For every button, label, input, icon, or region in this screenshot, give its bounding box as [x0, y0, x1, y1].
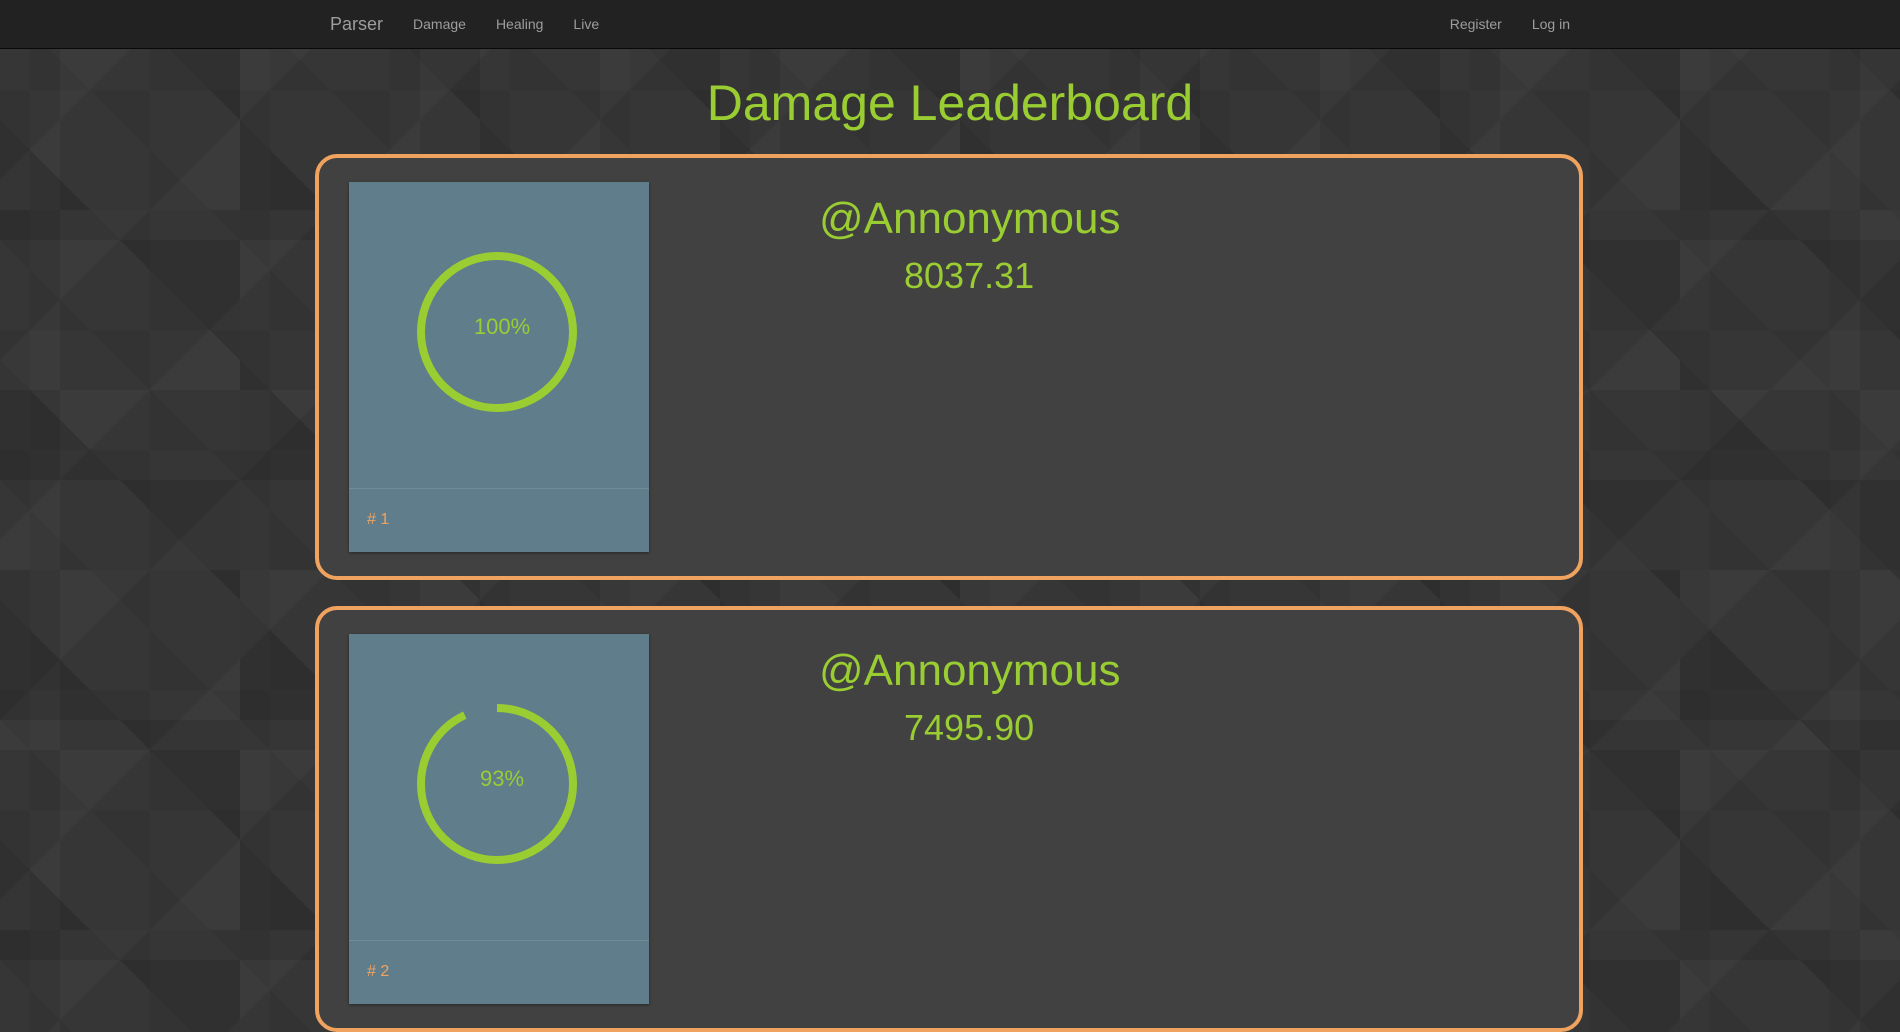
nav-link-healing[interactable]: Healing: [481, 16, 558, 32]
player-score: 7495.90: [904, 707, 1035, 748]
player-score: 8037.31: [904, 255, 1035, 296]
gauge-percent-label: 93%: [479, 766, 525, 791]
card-footer: # 2: [349, 940, 649, 1004]
leaderboard-entry: 93% # 2 @Annonymous 7495.90: [315, 606, 1583, 1032]
nav-link-live[interactable]: Live: [558, 16, 614, 32]
rank-card: 93% # 2: [349, 634, 649, 1004]
player-name[interactable]: @Annonymous: [819, 646, 1121, 696]
page-title: Damage Leaderboard: [706, 75, 1194, 131]
nav-link-damage[interactable]: Damage: [398, 16, 481, 32]
player-name[interactable]: @Annonymous: [819, 194, 1121, 244]
rank-label: # 2: [367, 963, 390, 980]
login-link[interactable]: Log in: [1517, 16, 1585, 32]
leaderboard-entry: 100% # 1 @Annonymous 8037.31: [315, 154, 1583, 580]
brand-link[interactable]: Parser: [315, 14, 398, 35]
navbar-inner: Parser Damage Healing Live Register Log …: [315, 0, 1585, 48]
card-footer: # 1: [349, 488, 649, 552]
register-link[interactable]: Register: [1435, 16, 1517, 32]
rank-card: 100% # 1: [349, 182, 649, 552]
rank-label: # 1: [367, 511, 390, 528]
gauge-percent-label: 100%: [473, 314, 531, 339]
navbar: Parser Damage Healing Live Register Log …: [0, 0, 1900, 49]
navbar-right: Register Log in: [1435, 16, 1585, 32]
